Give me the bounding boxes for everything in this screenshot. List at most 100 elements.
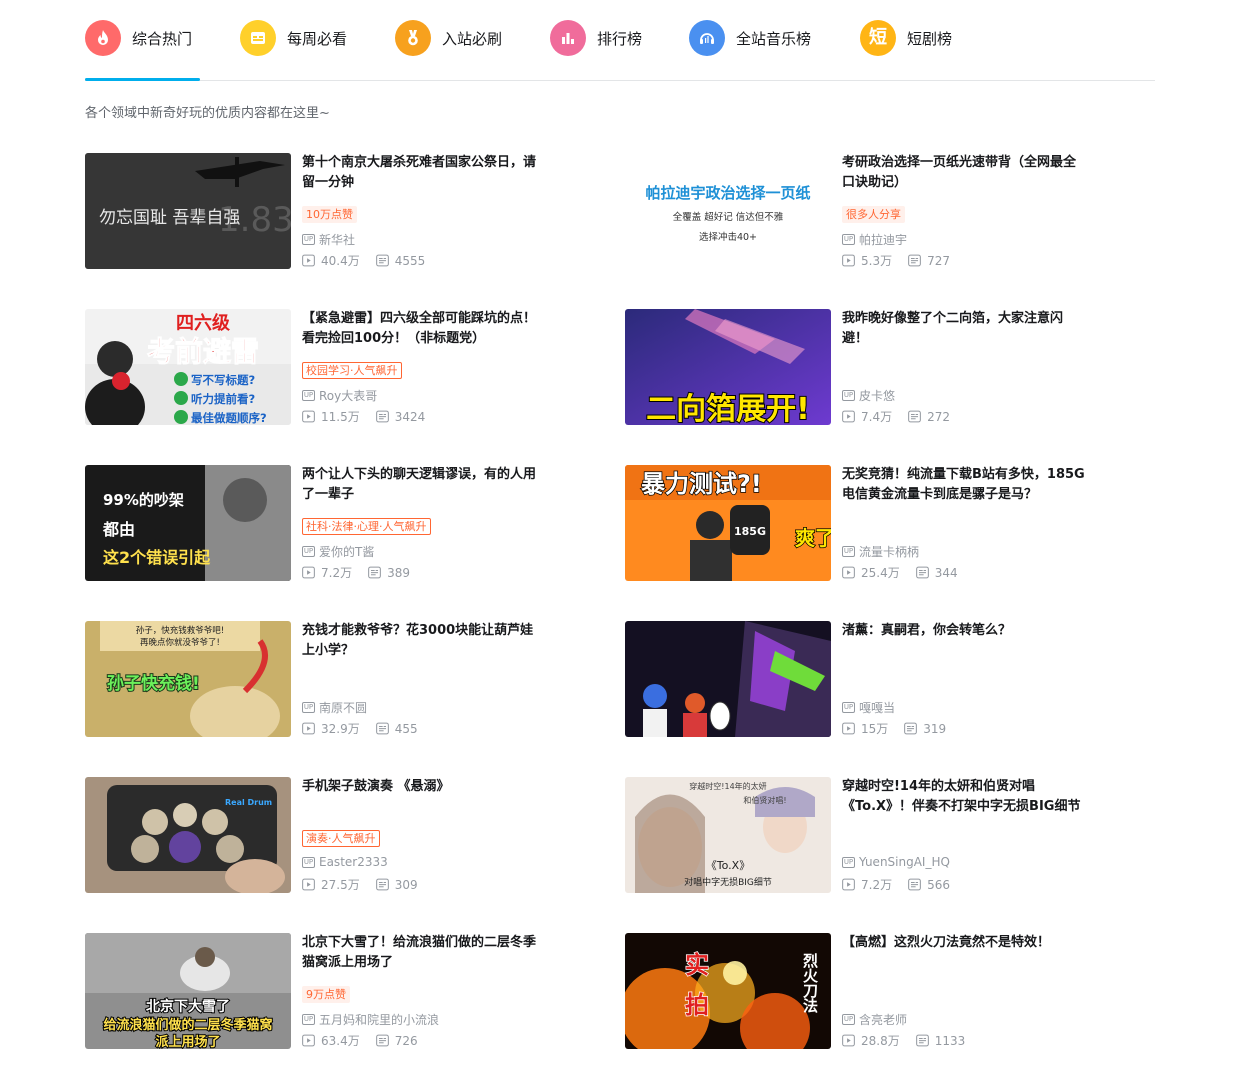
tab-music-chart[interactable]: 全站音乐榜 [689, 20, 811, 56]
video-title[interactable]: 北京下大雪了！给流浪猫们做的二层冬季猫窝派上用场了 [302, 933, 545, 973]
danmaku-count: 726 [375, 1034, 418, 1048]
video-thumbnail: 穿越时空!14年的太妍 和伯贤对唱! 《To.X》 对唱中字无损BIG细节 [625, 777, 831, 893]
svg-text:勿忘国耻 吾辈自强: 勿忘国耻 吾辈自强 [99, 208, 240, 228]
video-author[interactable]: UP 帕拉迪宇 [842, 231, 907, 248]
danmaku-count: 3424 [375, 410, 425, 424]
video-card[interactable]: 暴力测试?! 185G 爽了 暴力测试?! 185G 爽了 无奖竞猜！纯流量下载B站… [625, 465, 1095, 581]
video-cover[interactable] [625, 621, 831, 737]
video-author[interactable]: UP Easter2333 [302, 855, 388, 869]
view-count: 25.4万 [842, 564, 900, 581]
play-icon [302, 566, 321, 579]
video-cover[interactable]: 帕拉迪宇政治选择一页纸 全覆盖 超好记 信达但不雅 选择冲击40+ 帕拉迪宇政治… [625, 153, 831, 269]
danmaku-icon [375, 878, 395, 891]
video-stats: 27.5万 309 [302, 876, 434, 893]
video-card[interactable]: 99%的吵架 都由 这2个错误引起 99%的吵架都由这2个错误引起 两个让人下头… [85, 465, 555, 581]
video-author[interactable]: UP 新华社 [302, 231, 355, 248]
author-name: Roy大表哥 [319, 389, 378, 403]
author-name: 南原不圆 [319, 701, 368, 715]
video-card[interactable]: 孙子，快充钱救爷爷吧! 再晚点你就没爷爷了! 孙子快充钱! 孙子，快充钱救爷爷吧… [85, 621, 555, 737]
danmaku-count-value: 344 [934, 565, 958, 580]
video-author[interactable]: UP Roy大表哥 [302, 387, 377, 404]
video-author[interactable]: UP 流量卡柄柄 [842, 543, 919, 560]
video-title[interactable]: 穿越时空!14年的太妍和伯贤对唱《To.X》！伴奏不打架中字无损BIG细节 [842, 777, 1085, 817]
video-stats: 15万 319 [842, 720, 962, 737]
svg-text:烈火刀法: 烈火刀法 [801, 953, 819, 1014]
svg-text:穿越时空!14年的太妍: 穿越时空!14年的太妍 [689, 781, 766, 791]
view-count: 32.9万 [302, 720, 360, 737]
video-card[interactable]: 四六级 考前避雷 写不写标题? 听力提前看? 最佳做题顺序? 四六级考前避雷写不… [85, 309, 555, 425]
video-author[interactable]: UP YuenSingAI_HQ [842, 855, 950, 869]
video-card[interactable]: 1.83 勿忘国耻 吾辈自强 勿忘国耻 吾辈自强 第十个南京大屠杀死难者国家公祭… [85, 153, 555, 269]
tab-label: 入站必刷 [442, 29, 503, 48]
video-author[interactable]: UP 五月妈和院里的小流浪 [302, 1011, 439, 1028]
video-title[interactable]: 两个让人下头的聊天逻辑谬误，有的人用了一辈子 [302, 465, 545, 505]
svg-text:写不写标题?: 写不写标题? [191, 373, 255, 387]
video-cover[interactable]: 北京下大雪了 给流浪猫们做的二层冬季猫窝 派上用场了 北京下大雪了给流浪猫们做的… [85, 933, 291, 1049]
view-count: 40.4万 [302, 252, 360, 269]
video-card[interactable]: 帕拉迪宇政治选择一页纸 全覆盖 超好记 信达但不雅 选择冲击40+ 帕拉迪宇政治… [625, 153, 1095, 269]
video-card[interactable]: 实 拍 烈火刀法 实拍 烈火刀法 【高燃】这烈火刀法竟然不是特效！ UP 含亮老师… [625, 933, 1095, 1049]
tab-must-watch[interactable]: 入站必刷 [395, 20, 502, 56]
danmaku-count-value: 4555 [394, 253, 426, 268]
video-stats: 7.4万 272 [842, 408, 966, 425]
video-author[interactable]: UP 嘎嘎当 [842, 699, 895, 716]
danmaku-count-value: 455 [394, 721, 418, 736]
video-cover[interactable]: 二向箔展开! 二向箔展开! [625, 309, 831, 425]
video-title[interactable]: 我昨晚好像整了个二向箔，大家注意闪避！ [842, 309, 1085, 349]
video-title[interactable]: 考研政治选择一页纸光速带背（全网最全口诀助记） [842, 153, 1085, 193]
video-card[interactable]: 北京下大雪了 给流浪猫们做的二层冬季猫窝 派上用场了 北京下大雪了给流浪猫们做的… [85, 933, 555, 1049]
svg-text:这2个错误引起: 这2个错误引起 [103, 548, 211, 567]
video-cover[interactable]: 暴力测试?! 185G 爽了 暴力测试?! 185G 爽了 [625, 465, 831, 581]
svg-text:拍: 拍 [685, 991, 709, 1019]
view-count-value: 25.4万 [861, 566, 900, 580]
danmaku-icon [375, 722, 395, 735]
view-count-value: 32.9万 [321, 722, 360, 736]
danmaku-icon [904, 722, 923, 735]
video-cover[interactable]: 四六级 考前避雷 写不写标题? 听力提前看? 最佳做题顺序? 四六级考前避雷写不… [85, 309, 291, 425]
video-card[interactable]: 穿越时空!14年的太妍 和伯贤对唱! 《To.X》 对唱中字无损BIG细节 穿越… [625, 777, 1095, 893]
video-cover[interactable]: Real Drum Real Drum [85, 777, 291, 893]
author-name: Easter2333 [319, 855, 388, 869]
tab-ranking[interactable]: 排行榜 [550, 20, 642, 56]
tab-short-drama[interactable]: 短 短剧榜 [860, 20, 952, 56]
video-cover[interactable]: 穿越时空!14年的太妍 和伯贤对唱! 《To.X》 对唱中字无损BIG细节 穿越… [625, 777, 831, 893]
danmaku-count: 566 [908, 878, 950, 892]
video-info: 穿越时空!14年的太妍和伯贤对唱《To.X》！伴奏不打架中字无损BIG细节 UP… [842, 777, 1085, 893]
video-cover[interactable]: 孙子，快充钱救爷爷吧! 再晚点你就没爷爷了! 孙子快充钱! 孙子，快充钱救爷爷吧… [85, 621, 291, 737]
video-title[interactable]: 充钱才能救爷爷？花3000块能让葫芦娃上小学？ [302, 621, 545, 661]
video-title[interactable]: 【高燃】这烈火刀法竟然不是特效！ [842, 933, 1085, 973]
view-count-value: 7.2万 [861, 878, 893, 892]
video-stats: 5.3万 727 [842, 252, 966, 269]
author-name: 皮卡悠 [859, 389, 896, 403]
video-title[interactable]: 手机架子鼓演奏 《悬溺》 [302, 777, 545, 817]
video-cover[interactable]: 实 拍 烈火刀法 实拍 烈火刀法 [625, 933, 831, 1049]
play-icon [842, 722, 861, 735]
video-title[interactable]: 【紧急避雷】四六级全部可能踩坑的点！看完捡回100分！（非标题党） [302, 309, 545, 349]
view-count-value: 11.5万 [321, 410, 360, 424]
author-name: 新华社 [319, 233, 356, 247]
video-author[interactable]: UP 南原不圆 [302, 699, 367, 716]
tab-popular[interactable]: 综合热门 [85, 20, 192, 56]
tab-weekly[interactable]: 每周必看 [240, 20, 347, 56]
video-title[interactable]: 第十个南京大屠杀死难者国家公祭日，请留一分钟 [302, 153, 545, 193]
video-author[interactable]: UP 爱你的T酱 [302, 543, 374, 560]
view-count-value: 7.2万 [321, 566, 353, 580]
danmaku-icon [368, 566, 387, 579]
video-tag: 9万点赞 [302, 986, 350, 1003]
flame-icon [85, 20, 121, 56]
video-cover[interactable]: 99%的吵架 都由 这2个错误引起 99%的吵架都由这2个错误引起 [85, 465, 291, 581]
video-cover[interactable]: 1.83 勿忘国耻 吾辈自强 勿忘国耻 吾辈自强 [85, 153, 291, 269]
video-title[interactable]: 渚薰：真嗣君，你会转笔么？ [842, 621, 1085, 661]
video-author[interactable]: UP 皮卡悠 [842, 387, 895, 404]
tab-label: 每周必看 [287, 29, 348, 48]
svg-text:再晚点你就没爷爷了!: 再晚点你就没爷爷了! [140, 637, 220, 648]
view-count-value: 63.4万 [321, 1034, 360, 1048]
video-card[interactable]: 二向箔展开! 二向箔展开! 我昨晚好像整了个二向箔，大家注意闪避！ UP 皮卡悠… [625, 309, 1095, 425]
video-thumbnail: 北京下大雪了 给流浪猫们做的二层冬季猫窝 派上用场了 [85, 933, 291, 1049]
video-info: 无奖竞猜！纯流量下载B站有多快，185G电信黄金流量卡到底是骡子是马？ UP 流… [842, 465, 1085, 581]
video-title[interactable]: 无奖竞猜！纯流量下载B站有多快，185G电信黄金流量卡到底是骡子是马？ [842, 465, 1085, 505]
video-card[interactable]: Real Drum Real Drum 手机架子鼓演奏 《悬溺》 演奏·人气飙升… [85, 777, 555, 893]
video-author[interactable]: UP 含亮老师 [842, 1011, 907, 1028]
video-card[interactable]: 渚薰：真嗣君，你会转笔么？ UP 嘎嘎当 15万 319 [625, 621, 1095, 737]
tab-label: 短剧榜 [907, 29, 953, 48]
